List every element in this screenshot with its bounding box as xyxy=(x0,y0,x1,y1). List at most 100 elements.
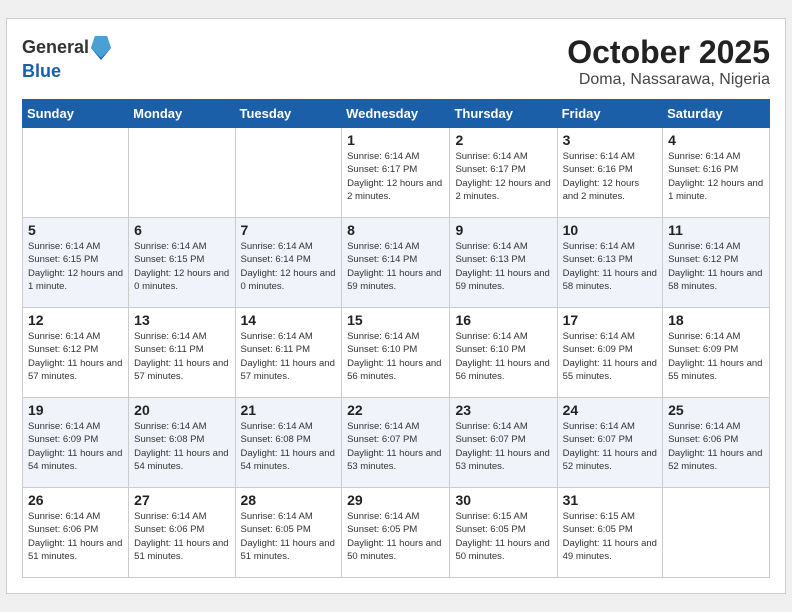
calendar-cell: 20 Sunrise: 6:14 AM Sunset: 6:08 PM Dayli… xyxy=(129,398,235,488)
day-info: Sunrise: 6:14 AM Sunset: 6:10 PM Dayligh… xyxy=(455,330,551,383)
weekday-header-wednesday: Wednesday xyxy=(342,100,450,128)
weekday-header-tuesday: Tuesday xyxy=(235,100,342,128)
day-number: 17 xyxy=(563,312,657,328)
calendar-cell: 2 Sunrise: 6:14 AM Sunset: 6:17 PM Daylig… xyxy=(450,128,557,218)
day-number: 10 xyxy=(563,222,657,238)
title-section: October 2025 Doma, Nassarawa, Nigeria xyxy=(567,34,770,89)
day-info: Sunrise: 6:14 AM Sunset: 6:14 PM Dayligh… xyxy=(347,240,444,293)
day-info: Sunrise: 6:14 AM Sunset: 6:08 PM Dayligh… xyxy=(134,420,229,473)
day-info: Sunrise: 6:14 AM Sunset: 6:05 PM Dayligh… xyxy=(347,510,444,563)
calendar-cell: 31Sunrise: 6:15 AM Sunset: 6:05 PM Dayli… xyxy=(557,488,662,578)
day-number: 2 xyxy=(455,132,551,148)
calendar-cell: 8 Sunrise: 6:14 AM Sunset: 6:14 PM Daylig… xyxy=(342,218,450,308)
calendar-cell xyxy=(235,128,342,218)
day-info: Sunrise: 6:14 AM Sunset: 6:10 PM Dayligh… xyxy=(347,330,444,383)
calendar-cell: 26 Sunrise: 6:14 AM Sunset: 6:06 PM Dayli… xyxy=(23,488,129,578)
day-number: 12 xyxy=(28,312,123,328)
day-info: Sunrise: 6:14 AM Sunset: 6:09 PM Dayligh… xyxy=(563,330,657,383)
weekday-header-monday: Monday xyxy=(129,100,235,128)
day-info: Sunrise: 6:14 AM Sunset: 6:06 PM Dayligh… xyxy=(134,510,229,563)
week-row-1: 1 Sunrise: 6:14 AM Sunset: 6:17 PM Daylig… xyxy=(23,128,770,218)
calendar-cell xyxy=(663,488,770,578)
weekday-header-friday: Friday xyxy=(557,100,662,128)
calendar-cell: 12 Sunrise: 6:14 AM Sunset: 6:12 PM Dayli… xyxy=(23,308,129,398)
day-info: Sunrise: 6:14 AM Sunset: 6:11 PM Dayligh… xyxy=(134,330,229,383)
calendar-cell: 24Sunrise: 6:14 AM Sunset: 6:07 PM Dayli… xyxy=(557,398,662,488)
day-info: Sunrise: 6:14 AM Sunset: 6:14 PM Dayligh… xyxy=(241,240,337,293)
day-info: Sunrise: 6:14 AM Sunset: 6:13 PM Dayligh… xyxy=(563,240,657,293)
weekday-header-sunday: Sunday xyxy=(23,100,129,128)
calendar-cell: 23Sunrise: 6:14 AM Sunset: 6:07 PM Dayli… xyxy=(450,398,557,488)
calendar-cell: 11 Sunrise: 6:14 AM Sunset: 6:12 PM Dayli… xyxy=(663,218,770,308)
day-info: Sunrise: 6:14 AM Sunset: 6:08 PM Dayligh… xyxy=(241,420,337,473)
calendar-cell: 22Sunrise: 6:14 AM Sunset: 6:07 PM Dayli… xyxy=(342,398,450,488)
day-info: Sunrise: 6:14 AM Sunset: 6:05 PM Dayligh… xyxy=(241,510,337,563)
day-info: Sunrise: 6:14 AM Sunset: 6:17 PM Dayligh… xyxy=(455,150,551,203)
day-number: 27 xyxy=(134,492,229,508)
day-info: Sunrise: 6:14 AM Sunset: 6:12 PM Dayligh… xyxy=(668,240,764,293)
location-title: Doma, Nassarawa, Nigeria xyxy=(567,71,770,89)
day-number: 11 xyxy=(668,222,764,238)
calendar-grid: SundayMondayTuesdayWednesdayThursdayFrid… xyxy=(22,99,770,578)
calendar-cell: 10 Sunrise: 6:14 AM Sunset: 6:13 PM Dayli… xyxy=(557,218,662,308)
logo-general: General xyxy=(22,38,89,58)
day-number: 15 xyxy=(347,312,444,328)
day-info: Sunrise: 6:14 AM Sunset: 6:16 PM Dayligh… xyxy=(563,150,657,203)
day-info: Sunrise: 6:14 AM Sunset: 6:16 PM Dayligh… xyxy=(668,150,764,203)
day-number: 8 xyxy=(347,222,444,238)
day-number: 9 xyxy=(455,222,551,238)
day-info: Sunrise: 6:14 AM Sunset: 6:15 PM Dayligh… xyxy=(28,240,123,293)
calendar-cell: 6Sunrise: 6:14 AM Sunset: 6:15 PM Daylig… xyxy=(129,218,235,308)
calendar-cell: 4 Sunrise: 6:14 AM Sunset: 6:16 PM Daylig… xyxy=(663,128,770,218)
logo-icon xyxy=(91,34,111,62)
day-info: Sunrise: 6:14 AM Sunset: 6:06 PM Dayligh… xyxy=(668,420,764,473)
calendar-cell: 9Sunrise: 6:14 AM Sunset: 6:13 PM Daylig… xyxy=(450,218,557,308)
calendar-cell: 5 Sunrise: 6:14 AM Sunset: 6:15 PM Daylig… xyxy=(23,218,129,308)
day-info: Sunrise: 6:14 AM Sunset: 6:17 PM Dayligh… xyxy=(347,150,444,203)
day-info: Sunrise: 6:14 AM Sunset: 6:09 PM Dayligh… xyxy=(28,420,123,473)
day-info: Sunrise: 6:14 AM Sunset: 6:07 PM Dayligh… xyxy=(347,420,444,473)
day-number: 25 xyxy=(668,402,764,418)
day-number: 14 xyxy=(241,312,337,328)
day-number: 19 xyxy=(28,402,123,418)
calendar-cell: 27 Sunrise: 6:14 AM Sunset: 6:06 PM Dayli… xyxy=(129,488,235,578)
week-row-2: 5 Sunrise: 6:14 AM Sunset: 6:15 PM Daylig… xyxy=(23,218,770,308)
day-info: Sunrise: 6:14 AM Sunset: 6:06 PM Dayligh… xyxy=(28,510,123,563)
day-number: 7 xyxy=(241,222,337,238)
weekday-header-saturday: Saturday xyxy=(663,100,770,128)
day-number: 4 xyxy=(668,132,764,148)
calendar-cell: 14 Sunrise: 6:14 AM Sunset: 6:11 PM Dayli… xyxy=(235,308,342,398)
week-row-5: 26 Sunrise: 6:14 AM Sunset: 6:06 PM Dayli… xyxy=(23,488,770,578)
calendar-container: General Blue October 2025 Doma, Nassaraw… xyxy=(6,18,786,594)
calendar-cell: 17 Sunrise: 6:14 AM Sunset: 6:09 PM Dayli… xyxy=(557,308,662,398)
day-info: Sunrise: 6:15 AM Sunset: 6:05 PM Dayligh… xyxy=(563,510,657,563)
day-number: 3 xyxy=(563,132,657,148)
day-number: 28 xyxy=(241,492,337,508)
calendar-cell: 3 Sunrise: 6:14 AM Sunset: 6:16 PM Daylig… xyxy=(557,128,662,218)
day-number: 29 xyxy=(347,492,444,508)
day-number: 23 xyxy=(455,402,551,418)
day-info: Sunrise: 6:14 AM Sunset: 6:12 PM Dayligh… xyxy=(28,330,123,383)
calendar-cell: 1 Sunrise: 6:14 AM Sunset: 6:17 PM Daylig… xyxy=(342,128,450,218)
month-title: October 2025 xyxy=(567,34,770,71)
day-number: 16 xyxy=(455,312,551,328)
weekday-header-row: SundayMondayTuesdayWednesdayThursdayFrid… xyxy=(23,100,770,128)
day-number: 20 xyxy=(134,402,229,418)
calendar-cell: 15 Sunrise: 6:14 AM Sunset: 6:10 PM Dayli… xyxy=(342,308,450,398)
logo: General Blue xyxy=(22,34,111,82)
week-row-4: 19 Sunrise: 6:14 AM Sunset: 6:09 PM Dayli… xyxy=(23,398,770,488)
calendar-cell: 28 Sunrise: 6:14 AM Sunset: 6:05 PM Dayli… xyxy=(235,488,342,578)
calendar-cell: 13Sunrise: 6:14 AM Sunset: 6:11 PM Dayli… xyxy=(129,308,235,398)
logo-blue: Blue xyxy=(22,62,111,82)
day-info: Sunrise: 6:14 AM Sunset: 6:11 PM Dayligh… xyxy=(241,330,337,383)
day-info: Sunrise: 6:14 AM Sunset: 6:15 PM Dayligh… xyxy=(134,240,229,293)
day-info: Sunrise: 6:15 AM Sunset: 6:05 PM Dayligh… xyxy=(455,510,551,563)
day-number: 21 xyxy=(241,402,337,418)
calendar-cell: 19 Sunrise: 6:14 AM Sunset: 6:09 PM Dayli… xyxy=(23,398,129,488)
day-number: 26 xyxy=(28,492,123,508)
day-number: 5 xyxy=(28,222,123,238)
day-number: 30 xyxy=(455,492,551,508)
day-number: 1 xyxy=(347,132,444,148)
day-info: Sunrise: 6:14 AM Sunset: 6:07 PM Dayligh… xyxy=(563,420,657,473)
header-section: General Blue October 2025 Doma, Nassaraw… xyxy=(22,34,770,89)
